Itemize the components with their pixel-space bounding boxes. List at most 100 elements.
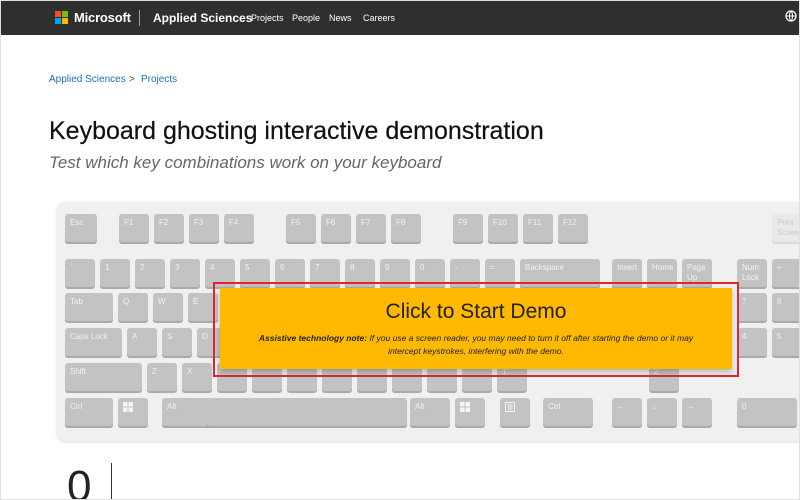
menu-icon	[505, 402, 515, 414]
key-label: F4	[229, 218, 239, 227]
key: F5	[286, 214, 316, 242]
key	[500, 398, 530, 426]
key-label: Num Lock	[742, 263, 759, 282]
key-label: Page Up	[687, 263, 706, 282]
key: →	[682, 398, 712, 426]
key-label: 5	[777, 332, 782, 341]
key-label: F7	[361, 218, 371, 227]
key-label: X	[187, 367, 193, 376]
key-label: Caps Lock	[70, 332, 108, 341]
key-label: ÷	[777, 263, 782, 272]
key-label: 8	[350, 263, 355, 272]
key-label: Z	[152, 367, 157, 376]
key: F1	[119, 214, 149, 242]
key: 7	[737, 293, 767, 321]
key: ←	[612, 398, 642, 426]
key-label: F9	[458, 218, 468, 227]
key: F10	[488, 214, 518, 242]
nav-careers[interactable]: Careers	[363, 13, 395, 23]
key: ↓	[647, 398, 677, 426]
key-label: F10	[493, 218, 507, 227]
key-label: 7	[742, 297, 747, 306]
key: W	[153, 293, 183, 321]
key-label: Home	[652, 263, 674, 272]
key-label: Shift	[70, 367, 87, 376]
key-label: F1	[124, 218, 134, 227]
nav-news[interactable]: News	[329, 13, 352, 23]
key-label: →	[687, 402, 695, 411]
key-label: F3	[194, 218, 204, 227]
key-counter: 0	[67, 462, 92, 500]
key-label: 9	[385, 263, 390, 272]
nav-projects[interactable]: Projects	[251, 13, 284, 23]
site-name[interactable]: Applied Sciences	[153, 11, 252, 25]
key: Tab	[65, 293, 113, 321]
breadcrumb-projects[interactable]: Projects	[141, 74, 177, 85]
key: F11	[523, 214, 553, 242]
page: Microsoft Applied Sciences Projects Peop…	[0, 0, 800, 500]
key: 5	[772, 328, 799, 356]
key: F6	[321, 214, 351, 242]
key-label: F8	[396, 218, 406, 227]
key-label: 0	[420, 263, 425, 272]
key: Num Lock	[737, 259, 767, 287]
key-label: Backspace	[525, 263, 565, 272]
key: Alt	[410, 398, 450, 426]
nav-people[interactable]: People	[292, 13, 320, 23]
key: F9	[453, 214, 483, 242]
microsoft-logo-icon[interactable]	[55, 11, 69, 25]
key: F8	[391, 214, 421, 242]
key-label: S	[167, 332, 173, 341]
counter-divider	[111, 463, 112, 499]
key-label: Insert	[617, 263, 638, 272]
key-label: 7	[315, 263, 320, 272]
key: X	[182, 363, 212, 391]
breadcrumb-separator: >	[129, 74, 135, 85]
key	[118, 398, 148, 426]
key: Caps Lock	[65, 328, 122, 356]
key-label: =	[490, 263, 495, 272]
assistive-note-text: If you use a screen reader, you may need…	[367, 333, 694, 356]
key: F12	[558, 214, 588, 242]
key-label: Print Screen	[777, 218, 800, 237]
key: Shift	[65, 363, 142, 391]
assistive-note: Assistive technology note: If you use a …	[242, 332, 710, 358]
key: 3	[170, 259, 200, 287]
key-label: 0	[742, 402, 747, 411]
key-label: 6	[280, 263, 285, 272]
key: ÷	[772, 259, 799, 287]
globe-icon[interactable]	[785, 10, 797, 25]
page-subtitle: Test which key combinations work on your…	[49, 153, 442, 172]
key-label: Alt	[415, 402, 425, 411]
key-label: F12	[563, 218, 577, 227]
key-label: 4	[210, 263, 215, 272]
key-label: 2	[140, 263, 145, 272]
key-label: 1	[105, 263, 110, 272]
key: 8	[772, 293, 799, 321]
key-label: 3	[175, 263, 180, 272]
page-title: Keyboard ghosting interactive demonstrat…	[49, 117, 544, 145]
key-label: 4	[742, 332, 747, 341]
key-label: F2	[159, 218, 169, 227]
key-label: F5	[291, 218, 301, 227]
key-label: Q	[123, 297, 130, 306]
assistive-note-label: Assistive technology note:	[258, 333, 368, 343]
key	[207, 398, 407, 426]
key: F2	[154, 214, 184, 242]
key: 4	[737, 328, 767, 356]
breadcrumb-applied-sciences[interactable]: Applied Sciences	[49, 74, 126, 85]
key: Esc	[65, 214, 97, 242]
key: S	[162, 328, 192, 356]
key: Ctrl	[543, 398, 593, 426]
key-label: F6	[326, 218, 336, 227]
key-label: F11	[528, 218, 542, 227]
windows-icon	[123, 402, 133, 414]
key	[455, 398, 485, 426]
start-demo-label[interactable]: Click to Start Demo	[220, 300, 732, 324]
key: 0	[737, 398, 797, 426]
key-label: ↓	[652, 402, 656, 411]
nav-divider	[139, 10, 140, 26]
brand-name[interactable]: Microsoft	[74, 10, 131, 25]
key: 1	[100, 259, 130, 287]
start-demo-button[interactable]: Click to Start Demo Assistive technology…	[220, 288, 732, 369]
